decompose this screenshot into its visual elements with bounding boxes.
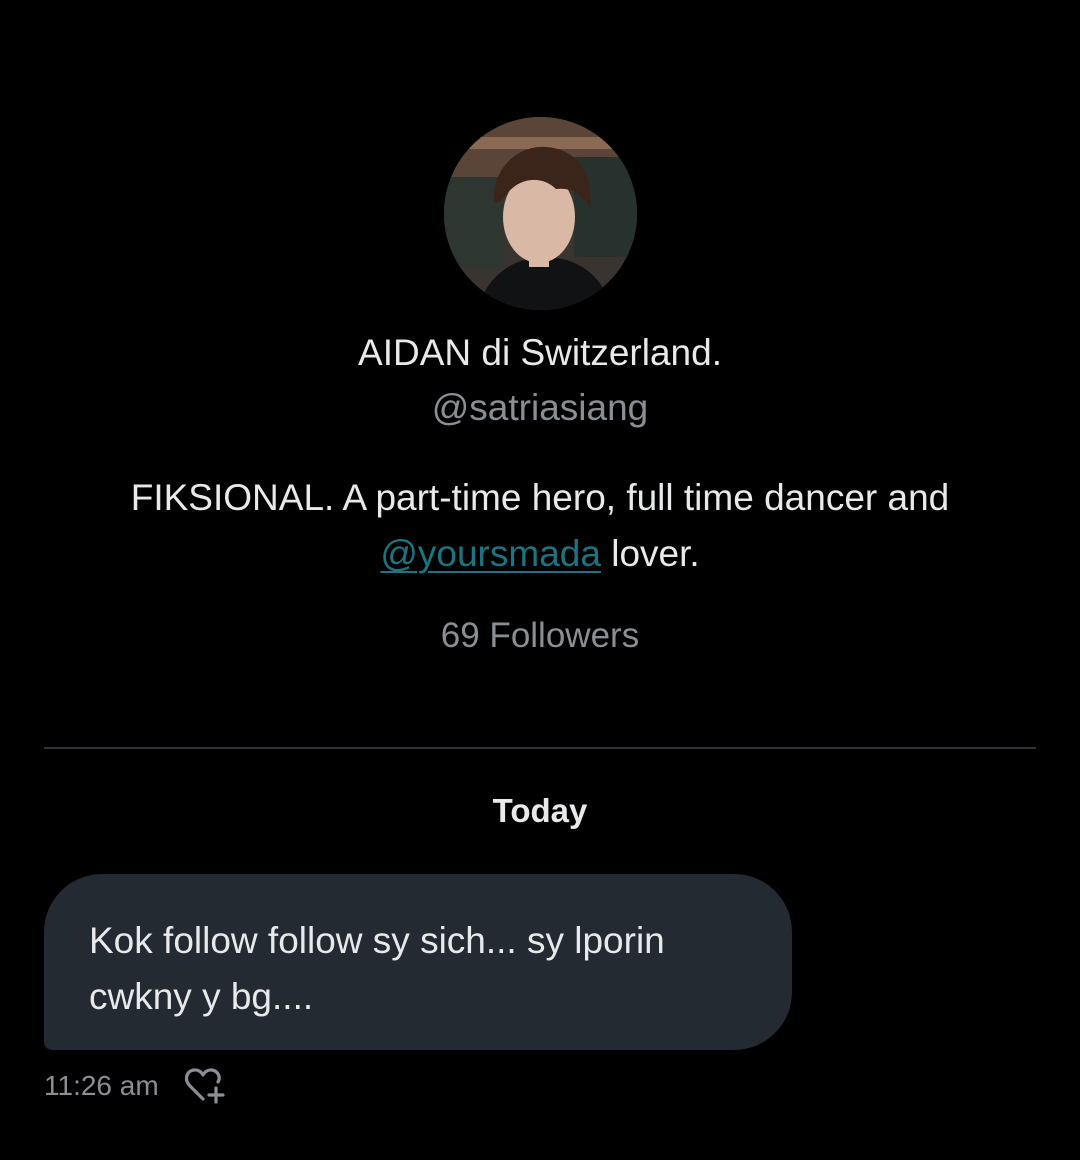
add-reaction-heart-icon[interactable] [183,1066,229,1106]
avatar[interactable] [444,117,637,310]
bio-text-end: lover. [600,533,700,574]
message-bubble[interactable]: Kok follow follow sy sich... sy lporin c… [44,874,792,1050]
bio-text: FIKSIONAL. A part-time hero, full time d… [130,477,950,518]
profile-bio: FIKSIONAL. A part-time hero, full time d… [80,470,1000,582]
message-text: Kok follow follow sy sich... sy lporin c… [89,920,665,1017]
display-name[interactable]: AIDAN di Switzerland. [0,330,1080,376]
followers-count[interactable]: 69 Followers [0,613,1080,659]
avatar-photo [444,117,637,310]
message-meta: 11:26 am [44,1064,229,1108]
date-separator: Today [492,792,588,829]
divider [44,747,1036,749]
bio-mention-link[interactable]: @yoursmada [380,533,601,574]
user-handle[interactable]: @satriasiang [0,385,1080,431]
message-time: 11:26 am [44,1070,159,1101]
